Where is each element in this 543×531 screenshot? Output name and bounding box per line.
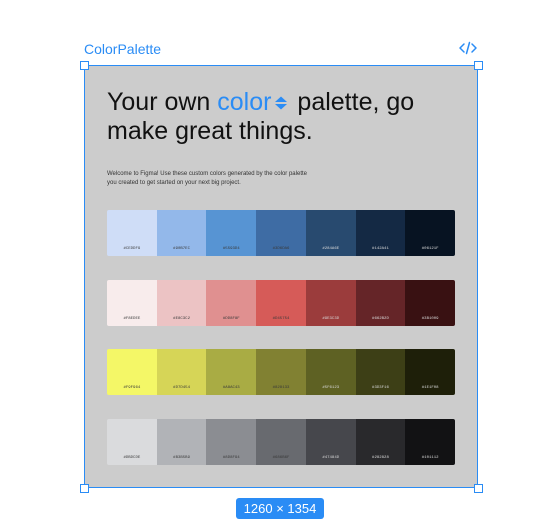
resize-handle-bottom-left[interactable] [80,484,89,493]
color-swatch[interactable]: #101112 [405,419,455,465]
swatch-hex-label: #DD8F8F [222,317,240,321]
swatch-hex-label: #D45754 [272,317,290,321]
color-swatch[interactable]: #CEDDF9 [107,210,157,256]
swatch-hex-label: #5593D4 [222,247,240,251]
swatch-hex-label: #686B6F [272,456,290,460]
color-swatch[interactable]: #47484D [305,419,356,465]
swatch-hex-label: #F8EDEE [123,317,141,321]
color-swatch[interactable]: #F8EDEE [107,280,157,326]
color-swatch[interactable]: #D45754 [256,280,306,326]
color-swatch[interactable]: #90B7EC [156,210,207,256]
diamond-icon [275,96,288,110]
palette-row-red: #F8EDEE #E8C3C2 #DD8F8F #D45754 #9E3C3D #662B… [107,280,455,326]
color-swatch[interactable]: #142A41 [355,210,406,256]
palette-row-yellow: #F9F964 #D7D454 #A8AC43 #828133 #5F6123 #3D3F… [107,349,455,395]
palette-row-blue: #CEDDF9 #90B7EC #5593D4 #3D6DA6 #284A6E #142A… [107,210,455,256]
swatch-hex-label: #1E1F08 [421,386,439,390]
swatch-hex-label: #3B1009 [421,317,439,321]
color-swatch[interactable]: #B3B5B9 [156,419,207,465]
swatch-hex-label: #DBDCDE [123,456,141,460]
swatch-hex-label: #F9F964 [123,386,141,390]
swatch-hex-label: #9E3C3D [322,317,340,321]
color-swatch[interactable]: #3D6DA6 [256,210,306,256]
color-swatch[interactable]: #D7D454 [156,349,207,395]
color-swatch[interactable]: #5593D4 [206,210,257,256]
swatch-hex-label: #142A41 [372,247,389,251]
swatch-hex-label: #8D8F94 [222,456,240,460]
color-swatch[interactable]: #284A6E [305,210,356,256]
swatch-hex-label: #E8C3C2 [173,317,190,321]
palette-row-gray: #DBDCDE #B3B5B9 #8D8F94 #686B6F #47484D #2828… [107,419,455,465]
code-icon[interactable] [458,40,478,56]
swatch-hex-label: #D7D454 [173,386,190,390]
swatch-hex-label: #90B7EC [173,247,190,251]
swatch-hex-label: #CEDDF9 [123,247,141,251]
headline: Your own color palette, go make great th… [107,88,467,146]
swatch-hex-label: #662B2D [372,317,389,321]
color-swatch[interactable]: #9E3C3D [305,280,356,326]
color-swatch[interactable]: #1E1F08 [405,349,455,395]
headline-accent: color [217,88,272,116]
swatch-hex-label: #06121F [421,247,439,251]
color-swatch[interactable]: #8D8F94 [206,419,257,465]
resize-handle-bottom-right[interactable] [474,484,483,493]
color-swatch[interactable]: #DBDCDE [107,419,157,465]
frame-name-label[interactable]: ColorPalette [84,41,161,57]
color-swatch[interactable]: #3B1009 [405,280,455,326]
resize-handle-top-right[interactable] [474,61,483,70]
color-swatch[interactable]: #DD8F8F [206,280,257,326]
swatch-hex-label: #282828 [372,456,389,460]
swatch-hex-label: #101112 [421,456,439,460]
swatch-hex-label: #3D6DA6 [272,247,290,251]
swatch-hex-label: #828133 [272,386,290,390]
intro-text: Welcome to Figma! Use these custom color… [107,171,307,186]
size-badge: 1260 × 1354 [236,498,324,519]
color-swatch[interactable]: #F9F964 [107,349,157,395]
color-swatch[interactable]: #5F6123 [305,349,356,395]
color-swatch[interactable]: #662B2D [355,280,406,326]
headline-pre: Your own [107,88,218,116]
color-swatch[interactable]: #686B6F [256,419,306,465]
color-swatch[interactable]: #828133 [256,349,306,395]
color-swatch[interactable]: #A8AC43 [206,349,257,395]
color-swatch[interactable]: #3D3F16 [355,349,406,395]
swatch-hex-label: #5F6123 [322,386,340,390]
swatch-hex-label: #284A6E [322,247,340,251]
resize-handle-top-left[interactable] [80,61,89,70]
swatch-hex-label: #B3B5B9 [173,456,190,460]
swatch-hex-label: #47484D [322,456,340,460]
color-swatch[interactable]: #282828 [355,419,406,465]
color-swatch[interactable]: #E8C3C2 [156,280,207,326]
color-swatch[interactable]: #06121F [405,210,455,256]
swatch-hex-label: #A8AC43 [222,386,240,390]
swatch-hex-label: #3D3F16 [372,386,389,390]
